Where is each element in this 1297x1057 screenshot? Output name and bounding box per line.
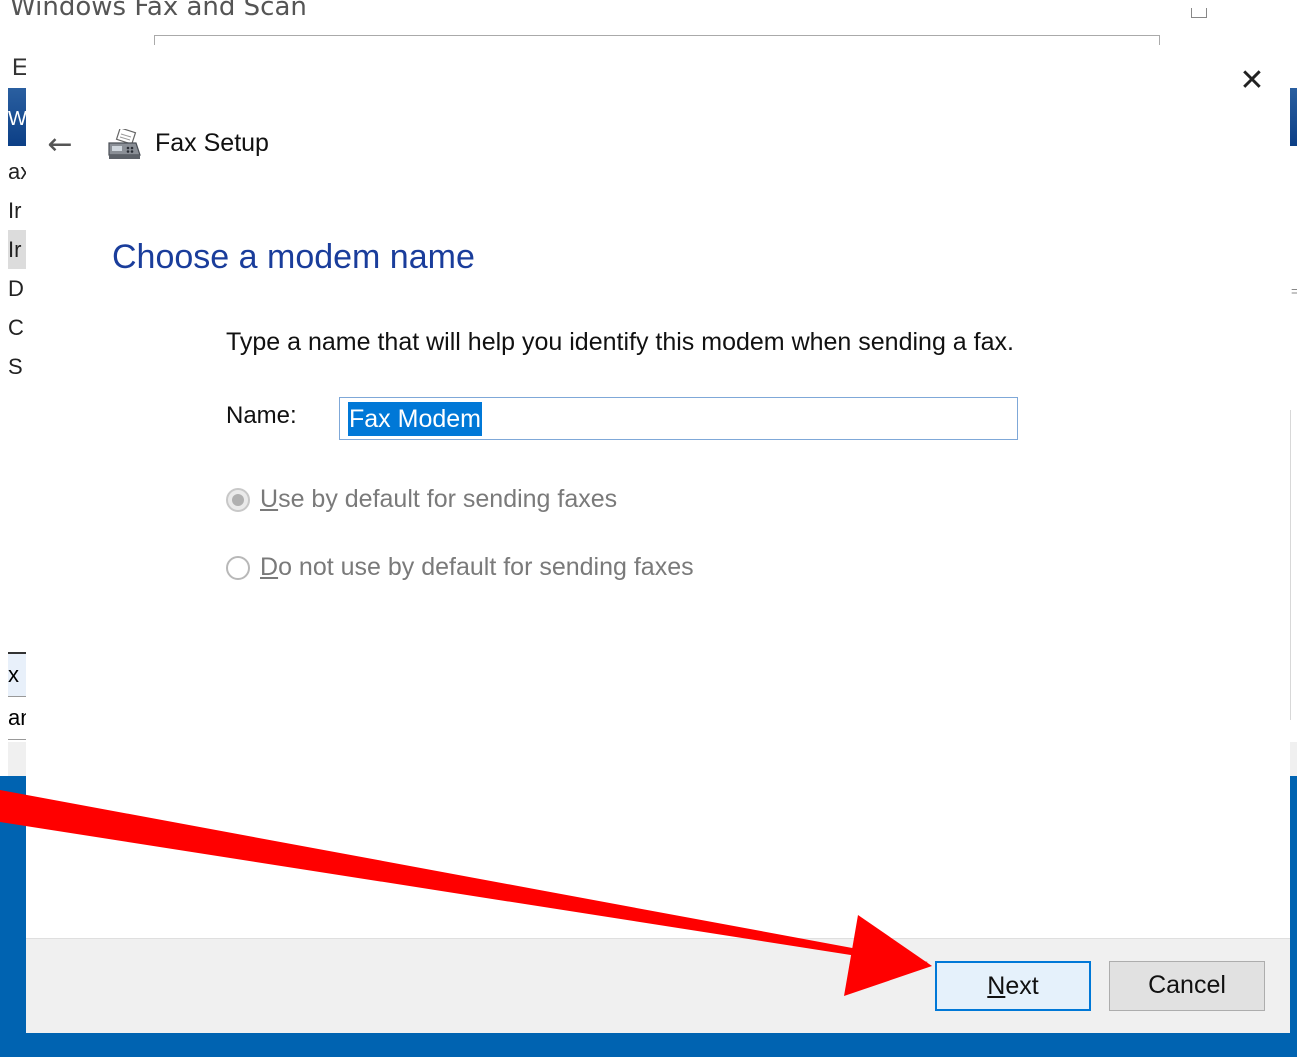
modem-name-input[interactable]: Fax Modem xyxy=(339,397,1018,440)
background-header-strip: W xyxy=(8,88,26,146)
radio-button-unchecked[interactable] xyxy=(226,555,250,580)
close-icon[interactable]: ✕ xyxy=(1232,61,1272,101)
radio-label-do-not-use: Do not use by default for sending faxes xyxy=(260,553,694,582)
desktop-background-bottom xyxy=(0,1032,1297,1057)
desktop-background-left xyxy=(0,776,26,1057)
background-tree-item[interactable]: C xyxy=(8,308,26,347)
accesskey-letter: N xyxy=(987,972,1006,1000)
background-status-area-right xyxy=(1290,742,1297,776)
back-arrow-icon[interactable]: ← xyxy=(40,125,80,165)
background-tree-item[interactable]: Ir xyxy=(8,191,26,230)
radio-do-not-use-by-default[interactable]: Do not use by default for sending faxes xyxy=(226,553,694,582)
accesskey-letter: D xyxy=(260,553,279,581)
background-tree-item[interactable]: S xyxy=(8,347,26,386)
radio-button-checked[interactable] xyxy=(226,487,250,512)
modem-name-value: Fax Modem xyxy=(348,401,482,436)
desktop-background-right xyxy=(1290,776,1297,1057)
instruction-text: Type a name that will help you identify … xyxy=(226,328,1014,356)
radio-label-rest: se by default for sending faxes xyxy=(278,485,618,513)
background-lower-list: x an xyxy=(8,652,26,744)
background-window-title: Windows Fax and Scan xyxy=(10,0,307,22)
background-divider xyxy=(1290,410,1291,720)
fax-setup-dialog: ✕ ← Fax Setup Choose a modem name Type a… xyxy=(26,45,1290,1033)
background-list-item[interactable]: an xyxy=(8,697,26,740)
dialog-title: Fax Setup xyxy=(155,129,269,157)
fax-icon xyxy=(108,129,141,159)
background-header-text: W xyxy=(8,108,26,130)
background-splitter-mark: = xyxy=(1291,283,1297,299)
cancel-button[interactable]: Cancel xyxy=(1109,961,1265,1011)
next-button[interactable]: Next xyxy=(935,961,1091,1011)
page-heading: Choose a modem name xyxy=(112,238,475,276)
background-status-area xyxy=(8,742,26,776)
background-tree-item[interactable]: D xyxy=(8,269,26,308)
radio-label-rest: o not use by default for sending faxes xyxy=(278,553,694,581)
accesskey-letter: U xyxy=(260,485,279,513)
background-list-item[interactable]: x xyxy=(8,654,26,697)
radio-use-by-default[interactable]: Use by default for sending faxes xyxy=(226,485,617,514)
radio-label-use-by-default: Use by default for sending faxes xyxy=(260,485,617,514)
background-tree-item-selected[interactable]: Ir xyxy=(8,230,26,269)
name-label: Name: xyxy=(226,402,297,429)
background-tree-item[interactable]: ax xyxy=(8,152,26,191)
background-maximize-icon[interactable] xyxy=(1191,8,1207,18)
next-button-label-rest: ext xyxy=(1005,972,1039,1000)
dialog-footer: Next Cancel xyxy=(26,938,1290,1033)
background-folder-tree: ax Ir Ir D C S xyxy=(8,152,26,386)
background-header-strip-right xyxy=(1290,88,1297,146)
